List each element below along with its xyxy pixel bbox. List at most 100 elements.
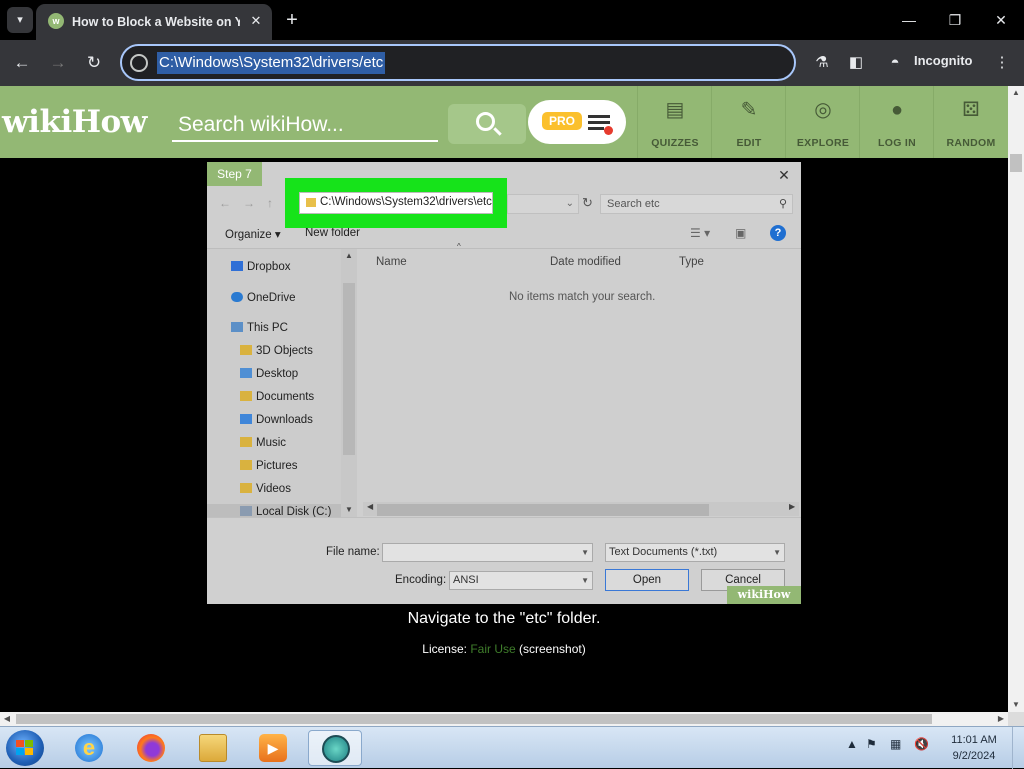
network-icon[interactable]: ▦ [890,737,901,751]
show-desktop-button[interactable] [1012,727,1024,769]
nav-item-music: Music [240,437,286,449]
volume-muted-icon[interactable]: 🔇 [914,737,929,751]
scroll-thumb [343,283,355,455]
nav-random[interactable]: ⚄ RANDOM [933,86,1007,158]
action-center-flag-icon[interactable]: ⚑ [866,737,877,751]
computer-icon [231,322,243,332]
scroll-left-icon[interactable]: ◀ [0,712,14,726]
side-panel-icon[interactable]: ◧ [844,51,868,75]
scroll-right-icon: ▶ [789,502,796,511]
pencil-icon: ✎ [740,99,758,121]
firefox-icon [137,734,165,762]
scroll-up-icon[interactable]: ▲ [1008,86,1024,100]
drive-icon [240,506,252,516]
incognito-label[interactable]: Incognito [914,53,973,68]
browser-menu-icon[interactable]: ⋮ [990,51,1014,75]
nav-explore[interactable]: ◎ EXPLORE [785,86,859,158]
nav-edit[interactable]: ✎ EDIT [711,86,785,158]
search-icon: ⚲ [778,198,787,210]
dialog-search-placeholder: Search etc [607,198,660,210]
address-highlight: C:\Windows\System32\drivers\etc [285,178,507,228]
new-tab-icon[interactable]: + [280,8,304,32]
new-folder-button: New folder [305,227,360,239]
organize-button: Organize ▾ [225,229,281,241]
file-type-value: Text Documents (*.txt) [609,546,718,558]
scroll-thumb[interactable] [16,714,932,724]
nav-item-onedrive: OneDrive [231,292,296,304]
browser-toolbar: ← → ↻ C:\Windows\System32\drivers/etc ⚗ … [0,40,1024,86]
address-dropdown-icon: ⌄ [507,194,579,214]
wikihow-search-input[interactable]: Search wikiHow... [172,110,438,142]
browser-tab[interactable]: w How to Block a Website on Your ✕ [36,4,272,40]
scroll-thumb[interactable] [1010,154,1022,172]
notification-dot [604,126,613,135]
wikihow-logo[interactable]: wikiHow [2,104,147,140]
fair-use-link[interactable]: Fair Use [470,642,515,656]
restore-icon[interactable]: ❐ [940,6,970,34]
dialog-refresh-icon: ↻ [582,195,593,210]
nav-label: LOG IN [878,137,916,149]
address-bar[interactable]: C:\Windows\System32\drivers/etc [120,44,796,81]
file-type-select: Text Documents (*.txt) ▼ [605,543,785,562]
nav-quizzes[interactable]: ▤ QUIZZES [637,86,711,158]
page-horizontal-scrollbar[interactable]: ◀ ▶ [0,712,1008,726]
taskbar-active-app[interactable] [308,730,362,766]
wikihow-watermark: wikiHow [727,586,801,604]
nav-label: EDIT [736,137,762,149]
labs-flask-icon[interactable]: ⚗ [810,51,834,75]
site-info-icon[interactable] [130,54,148,72]
menu-icon-line [588,121,610,124]
nav-label: EXPLORE [796,137,850,149]
dialog-back-icon: ← [219,196,231,210]
nav-item-label: Downloads [256,414,313,426]
tab-search-dropdown-icon[interactable]: ▾ [7,7,33,33]
taskbar-clock[interactable]: 11:01 AM 9/2/2024 [940,732,1008,764]
taskbar-internet-explorer[interactable]: e [62,730,116,766]
column-date-modified: Date modified [550,256,621,268]
step-caption: Navigate to the "etc" folder. [407,610,601,627]
back-icon[interactable]: ← [9,50,35,76]
page-vertical-scrollbar[interactable]: ▲ ▼ [1008,86,1024,712]
onedrive-icon [231,292,243,302]
forward-icon[interactable]: → [45,50,71,76]
taskbar-media-player[interactable]: ▶ [246,730,300,766]
encoding-select: ANSI ▼ [449,571,593,590]
scroll-right-icon[interactable]: ▶ [994,712,1008,726]
scroll-down-icon: ▼ [345,505,353,514]
folder-icon [240,391,252,401]
windows-logo-icon [16,740,34,756]
folder-icon [240,414,252,424]
dialog-navigation-pane [207,249,357,517]
reload-icon[interactable]: ↻ [81,50,107,76]
nav-log-in[interactable]: ● LOG IN [859,86,933,158]
taskbar-file-explorer[interactable] [186,730,240,766]
address-text[interactable]: C:\Windows\System32\drivers/etc [157,52,386,74]
tab-close-icon[interactable]: ✕ [246,11,266,31]
file-explorer-icon [199,734,227,762]
windows-taskbar: e ▶ ▲ ⚑ ▦ 🔇 11:01 AM 9/2/2024 [0,726,1024,769]
search-button[interactable] [448,104,526,144]
dice-icon: ⚄ [962,99,980,121]
scroll-left-icon: ◀ [367,502,374,511]
scroll-down-icon[interactable]: ▼ [1008,698,1024,712]
show-hidden-icons-icon[interactable]: ▲ [846,737,858,751]
scrollbar-corner [1008,712,1024,726]
dropbox-icon [231,261,243,271]
taskbar-firefox[interactable] [124,730,178,766]
search-icon [476,112,495,131]
nav-item-videos: Videos [240,483,291,495]
nav-item-label: Videos [256,483,291,495]
pro-menu-button[interactable]: PRO [528,100,626,144]
window-close-icon[interactable]: ✕ [986,6,1016,34]
internet-explorer-icon: e [75,734,103,762]
clock-time: 11:01 AM [951,734,997,746]
license-suffix: (screenshot) [519,642,586,656]
minimize-icon[interactable]: — [894,6,924,34]
open-button: Open [605,569,689,591]
empty-message: No items match your search. [509,291,656,303]
folder-icon [306,198,316,207]
media-player-icon: ▶ [259,734,287,762]
pro-badge: PRO [542,112,582,130]
preview-pane-icon: ▣ [735,226,747,240]
start-button[interactable] [6,730,44,766]
